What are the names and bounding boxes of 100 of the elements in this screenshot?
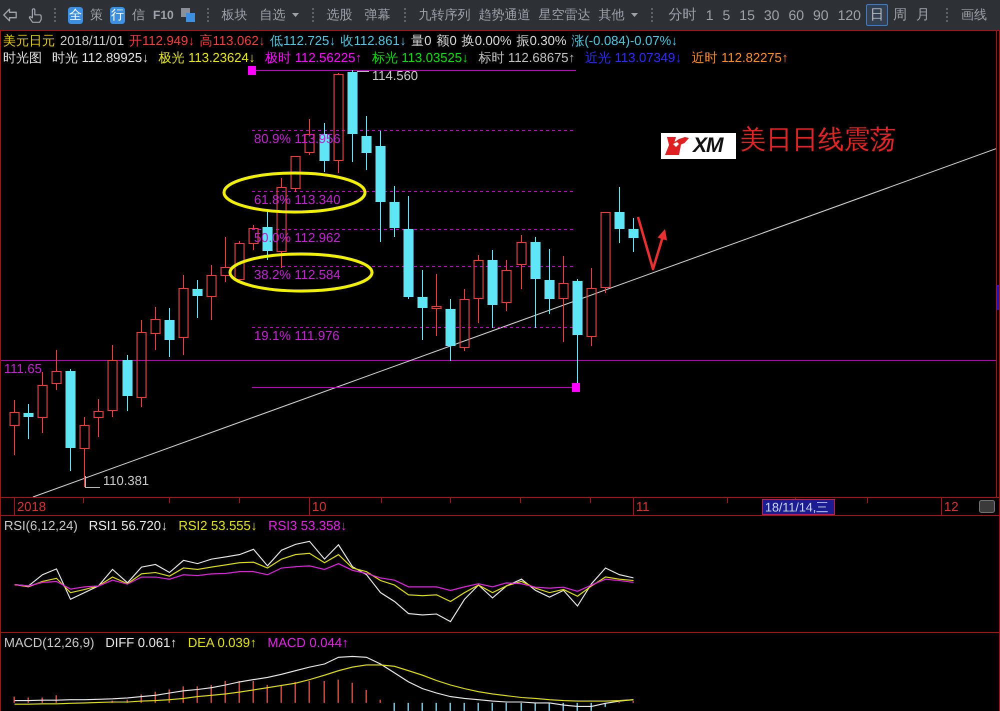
price-label: 114.560 bbox=[372, 68, 418, 83]
indicator-value: DIFF 0.061↑ bbox=[105, 635, 177, 651]
logo-icon bbox=[664, 136, 690, 156]
quote-field: 量0 bbox=[411, 32, 432, 49]
indicator-title: RSI(6,12,24) bbox=[4, 518, 78, 534]
menu-button[interactable]: 自选 bbox=[258, 5, 300, 25]
caret-icon bbox=[292, 13, 299, 17]
period-tab[interactable]: 15 bbox=[735, 4, 759, 26]
period-tab[interactable]: 分时 bbox=[664, 4, 701, 26]
candle bbox=[362, 116, 372, 170]
indicator-value: RSI3 53.358↓ bbox=[268, 518, 348, 534]
candle bbox=[52, 350, 62, 390]
indicator-value: 近光 113.07349↓ bbox=[585, 49, 682, 66]
logo-text: XM bbox=[693, 135, 722, 157]
toolbar-button[interactable]: 趋势通道 bbox=[478, 5, 532, 25]
price-label: 110.381 bbox=[103, 473, 150, 488]
toolbar-button[interactable]: 板块 bbox=[220, 5, 249, 25]
period-tab[interactable]: 120 bbox=[834, 4, 865, 26]
scrollbar-thumb[interactable] bbox=[979, 500, 995, 513]
period-tab[interactable]: 周 bbox=[888, 4, 911, 26]
fib-handle[interactable] bbox=[572, 383, 580, 392]
toolbar-button[interactable]: F10 bbox=[152, 5, 175, 25]
candle bbox=[94, 398, 104, 438]
quote-field: 2018/11/01 bbox=[60, 32, 124, 49]
indicator-value: 时光 112.89925↓ bbox=[52, 49, 149, 66]
candle bbox=[446, 298, 456, 362]
period-tab[interactable]: 60 bbox=[784, 4, 808, 26]
indicator-value: 极光 113.23624↓ bbox=[158, 49, 256, 66]
toolbar-button[interactable]: 画线 bbox=[960, 5, 988, 25]
toolbar-button[interactable]: 九转序列 bbox=[418, 5, 472, 25]
candle bbox=[432, 274, 442, 336]
candle bbox=[122, 354, 132, 412]
toolbar-button[interactable]: 全 bbox=[68, 6, 83, 24]
quote-field: 涨(-0.084)-0.07%↓ bbox=[571, 32, 678, 49]
arrow bbox=[636, 216, 667, 270]
quote-field: 换0.00% bbox=[462, 32, 512, 49]
candle bbox=[164, 308, 174, 358]
candle bbox=[614, 186, 624, 244]
candle bbox=[220, 236, 230, 282]
indicator-value: MACD 0.044↑ bbox=[268, 635, 348, 651]
indicator-value: RSI2 53.555↓ bbox=[178, 518, 258, 534]
candle bbox=[544, 248, 554, 314]
quote-field: 收112.861↓ bbox=[340, 32, 406, 49]
leader-line bbox=[85, 476, 100, 488]
chart-caption: 美日日线震荡 bbox=[740, 125, 896, 155]
indicator-value: RSI1 56.720↓ bbox=[88, 518, 168, 534]
period-tab[interactable]: 月 bbox=[912, 4, 934, 26]
period-tab[interactable]: 1 bbox=[702, 4, 718, 26]
candle bbox=[150, 306, 160, 350]
quote-field: 开112.949↓ bbox=[129, 32, 195, 49]
candle bbox=[418, 270, 428, 340]
indicator-value: 时光图 bbox=[3, 49, 42, 66]
leader-line bbox=[356, 71, 370, 72]
candle bbox=[10, 400, 20, 456]
overlapping-squares-icon[interactable] bbox=[180, 8, 195, 22]
fibonacci-label: 19.1% 111.976 bbox=[254, 328, 340, 343]
axis-label: 12 bbox=[944, 499, 958, 514]
candle bbox=[502, 260, 512, 312]
period-tab[interactable]: 5 bbox=[718, 4, 734, 26]
indicator-value: 标光 113.03525↓ bbox=[372, 49, 468, 66]
axis-label: 10 bbox=[312, 499, 326, 514]
hand-pointer-icon[interactable] bbox=[28, 8, 42, 22]
candle bbox=[206, 264, 216, 320]
menu-button[interactable]: 其他 bbox=[598, 5, 639, 25]
candle bbox=[474, 254, 484, 324]
toolbar-button[interactable]: 弹幕 bbox=[364, 5, 392, 25]
fibonacci-label: 38.2% 112.584 bbox=[254, 267, 340, 282]
toolbar-button[interactable]: 策 bbox=[89, 5, 104, 25]
quote-field: 额0 bbox=[436, 32, 457, 49]
indicator-value: 近时 112.82275↑ bbox=[692, 49, 788, 66]
back-arrow-icon[interactable] bbox=[3, 8, 17, 22]
axis-label: 11 bbox=[636, 499, 650, 514]
support-label: 111.65 bbox=[4, 361, 42, 376]
toolbar-button[interactable]: 行 bbox=[110, 6, 125, 24]
candle bbox=[628, 218, 638, 252]
candle bbox=[192, 280, 202, 318]
indicator-value: DEA 0.039↑ bbox=[188, 635, 256, 651]
candle bbox=[516, 234, 526, 290]
toolbar-button[interactable]: 选股 bbox=[326, 5, 354, 25]
candle bbox=[24, 404, 34, 440]
candle bbox=[80, 416, 90, 488]
quote-field: 低112.725↓ bbox=[270, 32, 336, 49]
candle bbox=[234, 240, 244, 282]
indicator-value: 极时 112.56225↑ bbox=[265, 49, 362, 66]
quote-field: 高113.062↓ bbox=[200, 32, 266, 49]
toolbar-button[interactable]: 信 bbox=[131, 5, 146, 25]
caret-icon bbox=[630, 13, 638, 17]
cursor-date-label: 18/11/14,三 bbox=[762, 499, 835, 515]
fib-handle[interactable] bbox=[248, 66, 256, 75]
quote-field: 美元日元 bbox=[3, 32, 55, 49]
period-tab[interactable]: 30 bbox=[760, 4, 784, 26]
period-tab[interactable]: 90 bbox=[809, 4, 833, 26]
period-tab[interactable]: 日 bbox=[866, 4, 888, 26]
indicator-value: 标时 112.68675↑ bbox=[478, 49, 576, 66]
candle bbox=[38, 372, 48, 434]
axis-label: 2018 bbox=[17, 499, 46, 514]
candle bbox=[290, 156, 300, 192]
toolbar-button[interactable]: 星空雷达 bbox=[538, 5, 592, 25]
candle bbox=[390, 186, 400, 238]
indicator-title: MACD(12,26,9) bbox=[4, 635, 94, 651]
